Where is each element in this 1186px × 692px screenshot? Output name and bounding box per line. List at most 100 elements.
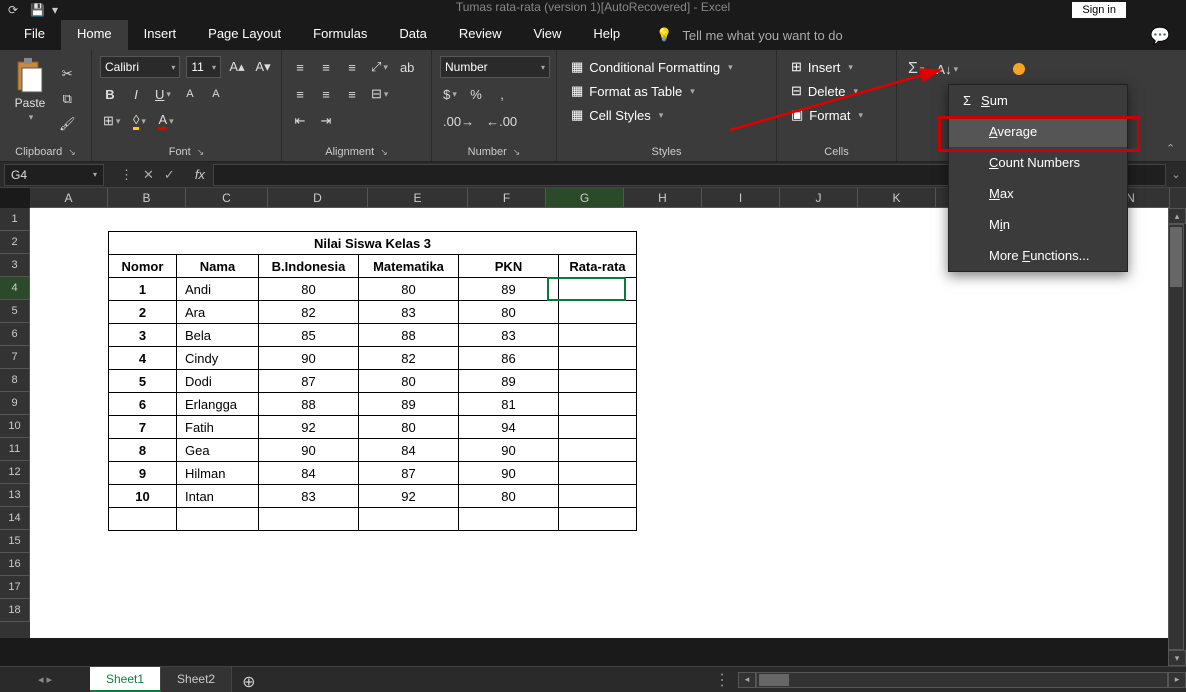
scroll-up-icon[interactable]: ▴ xyxy=(1168,208,1186,224)
decrease-decimal-button[interactable]: ←.00 xyxy=(483,110,520,132)
font-launcher-icon[interactable]: ↘ xyxy=(197,147,205,158)
decrease-indent-button[interactable]: ⇤ xyxy=(290,110,310,132)
increase-indent-button[interactable]: ⇥ xyxy=(316,110,336,132)
sort-filter-button[interactable]: A↓▾ xyxy=(933,58,961,80)
tab-formulas[interactable]: Formulas xyxy=(297,20,383,50)
percent-button[interactable]: % xyxy=(466,83,486,105)
col-header-J[interactable]: J xyxy=(780,188,858,208)
tab-help[interactable]: Help xyxy=(577,20,636,50)
menu-average[interactable]: Average xyxy=(949,116,1127,147)
cell-styles-button[interactable]: ▦Cell Styles▾ xyxy=(565,104,768,126)
col-header-K[interactable]: K xyxy=(858,188,936,208)
font-outline-a1[interactable]: A xyxy=(180,83,200,105)
conditional-formatting-button[interactable]: ▦Conditional Formatting▾ xyxy=(565,56,768,78)
tab-nav[interactable]: ◂ ▸ xyxy=(0,667,90,692)
format-cells-button[interactable]: ▣Format▾ xyxy=(785,104,888,126)
col-header-F[interactable]: F xyxy=(468,188,546,208)
tab-view[interactable]: View xyxy=(517,20,577,50)
align-right-button[interactable]: ≡ xyxy=(342,83,362,105)
row-header-12[interactable]: 12 xyxy=(0,461,30,484)
orientation-button[interactable]: ⤢▾ xyxy=(368,56,391,78)
ideas-icon[interactable] xyxy=(1013,63,1025,75)
qa-dropdown-icon[interactable]: ▾ xyxy=(52,3,66,17)
row-header-6[interactable]: 6 xyxy=(0,323,30,346)
row-header-4[interactable]: 4 xyxy=(0,277,30,300)
copy-button[interactable]: ⧉ xyxy=(56,88,79,110)
row-header-17[interactable]: 17 xyxy=(0,576,30,599)
tab-review[interactable]: Review xyxy=(443,20,518,50)
row-header-18[interactable]: 18 xyxy=(0,599,30,622)
align-middle-button[interactable]: ≡ xyxy=(316,56,336,78)
font-size-select[interactable]: 11▾ xyxy=(186,56,221,78)
fx-menu-icon[interactable]: ⋮ xyxy=(120,167,133,183)
collapse-ribbon-icon[interactable]: ⌃ xyxy=(1166,50,1186,161)
col-header-C[interactable]: C xyxy=(186,188,268,208)
col-header-I[interactable]: I xyxy=(702,188,780,208)
sheet-tab-2[interactable]: Sheet2 xyxy=(161,667,232,692)
row-header-3[interactable]: 3 xyxy=(0,254,30,277)
format-painter-button[interactable]: 🖌 xyxy=(56,113,79,135)
row-header-9[interactable]: 9 xyxy=(0,392,30,415)
underline-button[interactable]: U▾ xyxy=(152,83,174,105)
number-launcher-icon[interactable]: ↘ xyxy=(513,147,521,158)
font-color-button[interactable]: A▾ xyxy=(155,110,176,132)
cancel-formula-icon[interactable]: ✕ xyxy=(143,167,154,183)
row-header-1[interactable]: 1 xyxy=(0,208,30,231)
insert-cells-button[interactable]: ⊞Insert▾ xyxy=(785,56,888,78)
tab-file[interactable]: File xyxy=(8,20,61,50)
row-header-2[interactable]: 2 xyxy=(0,231,30,254)
add-sheet-button[interactable]: ⊕ xyxy=(232,667,265,692)
enter-formula-icon[interactable]: ✓ xyxy=(164,167,175,183)
tab-page-layout[interactable]: Page Layout xyxy=(192,20,297,50)
col-header-G[interactable]: G xyxy=(546,188,624,208)
font-outline-a2[interactable]: A xyxy=(206,83,226,105)
fill-color-button[interactable]: ◊▾ xyxy=(129,110,149,132)
row-header-13[interactable]: 13 xyxy=(0,484,30,507)
menu-count[interactable]: Count Numbers xyxy=(949,147,1127,178)
menu-max[interactable]: Max xyxy=(949,178,1127,209)
clipboard-launcher-icon[interactable]: ↘ xyxy=(68,147,76,158)
scroll-left-icon[interactable]: ◂ xyxy=(738,672,756,688)
align-top-button[interactable]: ≡ xyxy=(290,56,310,78)
row-header-8[interactable]: 8 xyxy=(0,369,30,392)
align-center-button[interactable]: ≡ xyxy=(316,83,336,105)
col-header-B[interactable]: B xyxy=(108,188,186,208)
autosave-icon[interactable]: ⟳ xyxy=(8,3,22,17)
row-header-7[interactable]: 7 xyxy=(0,346,30,369)
align-bottom-button[interactable]: ≡ xyxy=(342,56,362,78)
scroll-down-icon[interactable]: ▾ xyxy=(1168,650,1186,666)
row-header-14[interactable]: 14 xyxy=(0,507,30,530)
borders-button[interactable]: ⊞▾ xyxy=(100,110,123,132)
row-header-15[interactable]: 15 xyxy=(0,530,30,553)
vertical-scrollbar[interactable]: ▴ ▾ xyxy=(1168,208,1186,666)
paste-button[interactable]: Paste ▾ xyxy=(8,54,52,143)
row-header-5[interactable]: 5 xyxy=(0,300,30,323)
delete-cells-button[interactable]: ⊟Delete▾ xyxy=(785,80,888,102)
number-format-select[interactable]: Number▾ xyxy=(440,56,550,78)
horizontal-scrollbar[interactable]: ⋮ ◂ ▸ xyxy=(706,667,1186,692)
tab-insert[interactable]: Insert xyxy=(128,20,193,50)
wrap-text-button[interactable]: ab xyxy=(397,56,417,78)
col-header-A[interactable]: A xyxy=(30,188,108,208)
tell-me-search[interactable]: 💡 Tell me what you want to do xyxy=(636,20,843,50)
cut-button[interactable]: ✂ xyxy=(56,63,79,85)
increase-font-button[interactable]: A▴ xyxy=(227,56,247,78)
menu-sum[interactable]: ΣSum xyxy=(949,85,1127,116)
menu-more-functions[interactable]: More Functions... xyxy=(949,240,1127,271)
autosum-button[interactable]: Σ▾ xyxy=(905,58,927,80)
menu-min[interactable]: Min xyxy=(949,209,1127,240)
save-icon[interactable]: 💾 xyxy=(30,3,44,17)
accounting-button[interactable]: $▾ xyxy=(440,83,460,105)
merge-button[interactable]: ⊟▾ xyxy=(368,83,391,105)
expand-formula-icon[interactable]: ⌄ xyxy=(1166,168,1186,181)
format-as-table-button[interactable]: ▦Format as Table▾ xyxy=(565,80,768,102)
scroll-right-icon[interactable]: ▸ xyxy=(1168,672,1186,688)
col-header-D[interactable]: D xyxy=(268,188,368,208)
alignment-launcher-icon[interactable]: ↘ xyxy=(380,147,388,158)
tab-data[interactable]: Data xyxy=(383,20,442,50)
row-header-16[interactable]: 16 xyxy=(0,553,30,576)
comments-icon[interactable]: 💬 xyxy=(1134,20,1186,50)
comma-button[interactable]: , xyxy=(492,83,512,105)
decrease-font-button[interactable]: A▾ xyxy=(253,56,273,78)
row-header-11[interactable]: 11 xyxy=(0,438,30,461)
